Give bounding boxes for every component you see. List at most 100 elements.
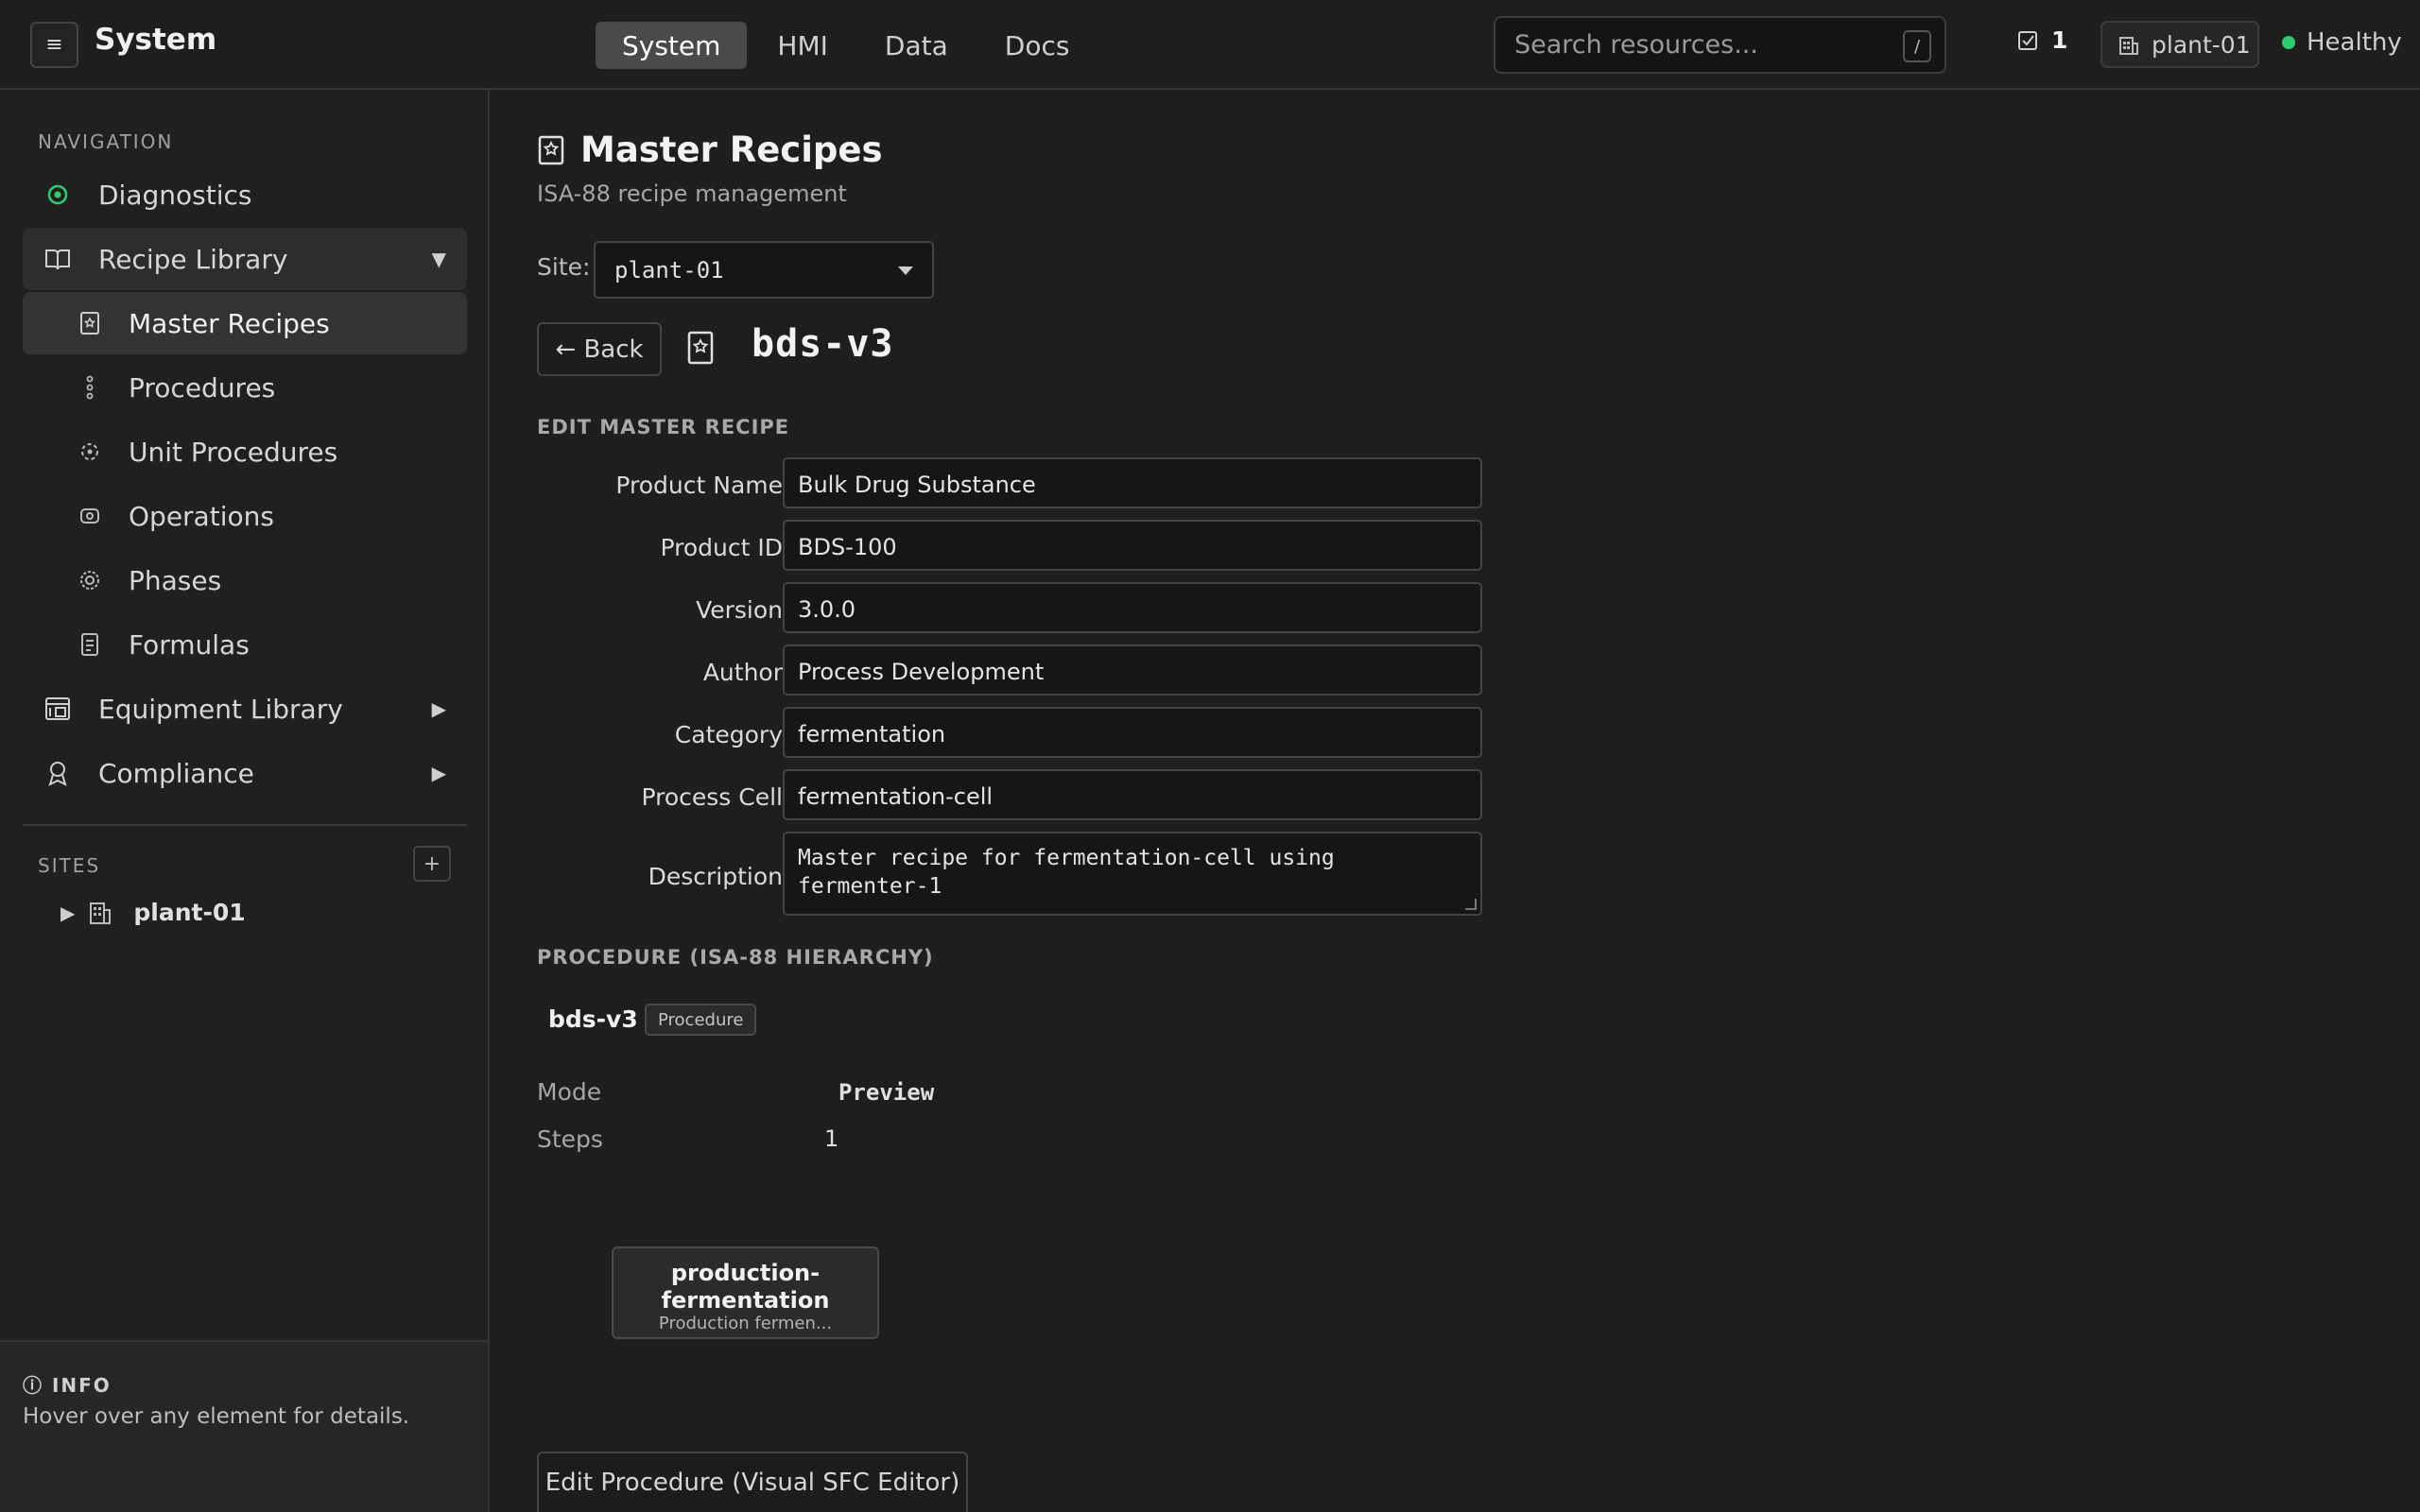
mode-label: Mode — [537, 1078, 602, 1106]
field-label-process-cell: Process Cell — [641, 783, 783, 811]
sidebar-item-formulas[interactable]: Formulas — [23, 613, 467, 676]
back-button[interactable]: ← Back — [537, 322, 662, 376]
recipe-name: bds-v3 — [752, 322, 894, 366]
compliance-icon — [43, 759, 72, 787]
field-label-category: Category — [674, 721, 783, 748]
procedure-name: bds-v3 — [548, 1005, 638, 1033]
main-tabs: System HMI Data Docs — [596, 22, 1096, 69]
sidebar-item-procedures[interactable]: Procedures — [23, 356, 467, 419]
info-icon: ⓘ — [23, 1374, 43, 1397]
tab-docs[interactable]: Docs — [978, 22, 1097, 69]
sidebar-item-label: Operations — [129, 500, 274, 532]
sidebar-item-label: Recipe Library — [98, 243, 288, 275]
step-node-description: Production fermen... — [658, 1314, 833, 1333]
menu-button[interactable]: ≡ — [30, 22, 78, 68]
page-subtitle: ISA-88 recipe management — [537, 180, 847, 207]
app-title: System — [95, 23, 217, 57]
description-textarea[interactable]: Master recipe for fermentation-cell usin… — [783, 832, 1482, 916]
main-content: Master Recipes ISA-88 recipe management … — [492, 90, 2420, 1512]
phases-icon — [76, 566, 104, 594]
site-tree-item[interactable]: ▶ plant-01 — [60, 899, 246, 926]
field-label-product-id: Product ID — [660, 534, 784, 561]
page-header: Master Recipes — [537, 129, 883, 170]
mode-value: Preview — [838, 1079, 935, 1106]
description-text: Master recipe for fermentation-cell usin… — [798, 846, 1335, 899]
task-count: 1 — [2051, 26, 2068, 54]
sidebar-item-recipe-library[interactable]: Recipe Library ▼ — [23, 228, 467, 290]
search-placeholder: Search resources... — [1514, 30, 1758, 60]
tab-data[interactable]: Data — [858, 22, 975, 69]
sidebar-item-operations[interactable]: Operations — [23, 485, 467, 547]
recipe-icon — [538, 135, 564, 164]
category-input[interactable]: fermentation — [783, 707, 1482, 758]
tab-hmi[interactable]: HMI — [751, 22, 854, 69]
steps-label: Steps — [537, 1125, 603, 1153]
info-title: ⓘ INFO — [23, 1370, 112, 1398]
sidebar-item-equipment-library[interactable]: Equipment Library ▶ — [23, 678, 467, 740]
sidebar-item-diagnostics[interactable]: Diagnostics — [23, 163, 467, 226]
procedure-icon — [76, 373, 104, 402]
sidebar-divider — [23, 824, 467, 826]
info-text: Hover over any element for details. — [23, 1404, 410, 1429]
tab-system[interactable]: System — [596, 22, 748, 69]
hamburger-icon: ≡ — [45, 33, 63, 57]
building-icon — [2119, 37, 2138, 55]
sites-section-label: SITES — [38, 854, 101, 877]
edit-procedure-button[interactable]: Edit Procedure (Visual SFC Editor) — [537, 1452, 968, 1512]
health-label: Healthy — [2307, 28, 2402, 57]
sidebar-item-label: Diagnostics — [98, 179, 252, 211]
info-panel: ⓘ INFO Hover over any element for detail… — [0, 1340, 488, 1512]
info-title-text: INFO — [51, 1374, 112, 1397]
building-icon — [90, 902, 112, 924]
dropdown-arrow-icon — [898, 266, 913, 275]
unit-procedure-icon — [76, 438, 104, 466]
site-select-value: plant-01 — [614, 256, 724, 284]
sidebar-item-label: Formulas — [129, 628, 250, 661]
caret-right-icon: ▶ — [431, 762, 446, 784]
sfc-step-node[interactable]: production-fermentation Production ferme… — [612, 1246, 879, 1339]
sidebar-item-unit-procedures[interactable]: Unit Procedures — [23, 421, 467, 483]
version-input[interactable]: 3.0.0 — [783, 582, 1482, 633]
field-label-product-name: Product Name — [615, 472, 783, 499]
process-cell-input[interactable]: fermentation-cell — [783, 769, 1482, 820]
expand-caret-icon[interactable]: ▶ — [60, 902, 75, 924]
author-input[interactable]: Process Development — [783, 644, 1482, 696]
search-input[interactable]: Search resources... / — [1494, 16, 1946, 74]
sidebar-item-label: Equipment Library — [98, 693, 343, 725]
recipe-icon — [687, 331, 714, 365]
health-status: Healthy — [2282, 28, 2402, 57]
product-id-input[interactable]: BDS-100 — [783, 520, 1482, 571]
recipe-icon — [76, 309, 104, 337]
book-icon — [43, 245, 72, 273]
task-indicator[interactable]: 1 — [2017, 26, 2067, 54]
operations-icon — [76, 502, 104, 530]
procedure-type-badge: Procedure — [645, 1004, 757, 1036]
site-chip-label: plant-01 — [2152, 30, 2251, 59]
caret-down-icon: ▼ — [431, 248, 446, 270]
diagnostics-icon — [43, 180, 72, 209]
site-select-label: Site: — [537, 253, 591, 281]
sidebar-item-label: Unit Procedures — [129, 436, 338, 468]
equipment-icon — [43, 695, 72, 723]
resize-handle-icon[interactable] — [1465, 899, 1477, 910]
site-name: plant-01 — [133, 899, 246, 926]
sidebar: NAVIGATION Diagnostics Recipe Library ▼ … — [0, 90, 490, 1512]
caret-right-icon: ▶ — [431, 697, 446, 720]
nav-section-label: NAVIGATION — [38, 130, 174, 153]
add-site-button[interactable]: + — [413, 846, 451, 882]
step-node-name: production-fermentation — [661, 1260, 830, 1314]
formulas-icon — [76, 630, 104, 659]
site-select[interactable]: plant-01 — [594, 241, 934, 299]
site-chip[interactable]: plant-01 — [2100, 21, 2259, 68]
field-label-author: Author — [702, 659, 783, 686]
sidebar-item-compliance[interactable]: Compliance ▶ — [23, 742, 467, 804]
procedure-section-title: PROCEDURE (ISA-88 HIERARCHY) — [537, 946, 934, 969]
sidebar-item-master-recipes[interactable]: Master Recipes — [23, 292, 467, 354]
product-name-input[interactable]: Bulk Drug Substance — [783, 457, 1482, 508]
field-label-version: Version — [696, 596, 783, 624]
sidebar-item-phases[interactable]: Phases — [23, 549, 467, 611]
page-title: Master Recipes — [580, 129, 883, 170]
checkbox-icon — [2018, 30, 2037, 50]
sidebar-item-label: Master Recipes — [129, 307, 330, 339]
search-shortcut-key: / — [1903, 30, 1931, 62]
